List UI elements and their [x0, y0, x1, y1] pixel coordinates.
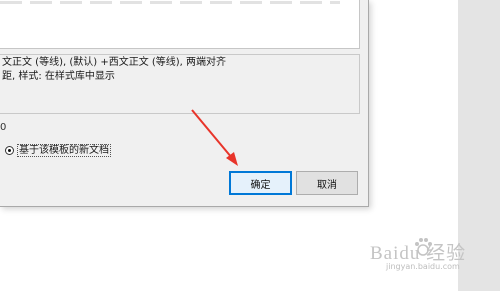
watermark-url: jingyan.baidu.com [386, 262, 460, 271]
watermark-brand-text: Baidu 经验 [370, 243, 467, 264]
baidu-jingyan-watermark: Baidu 经验 jingyan.baidu.com [356, 228, 476, 278]
